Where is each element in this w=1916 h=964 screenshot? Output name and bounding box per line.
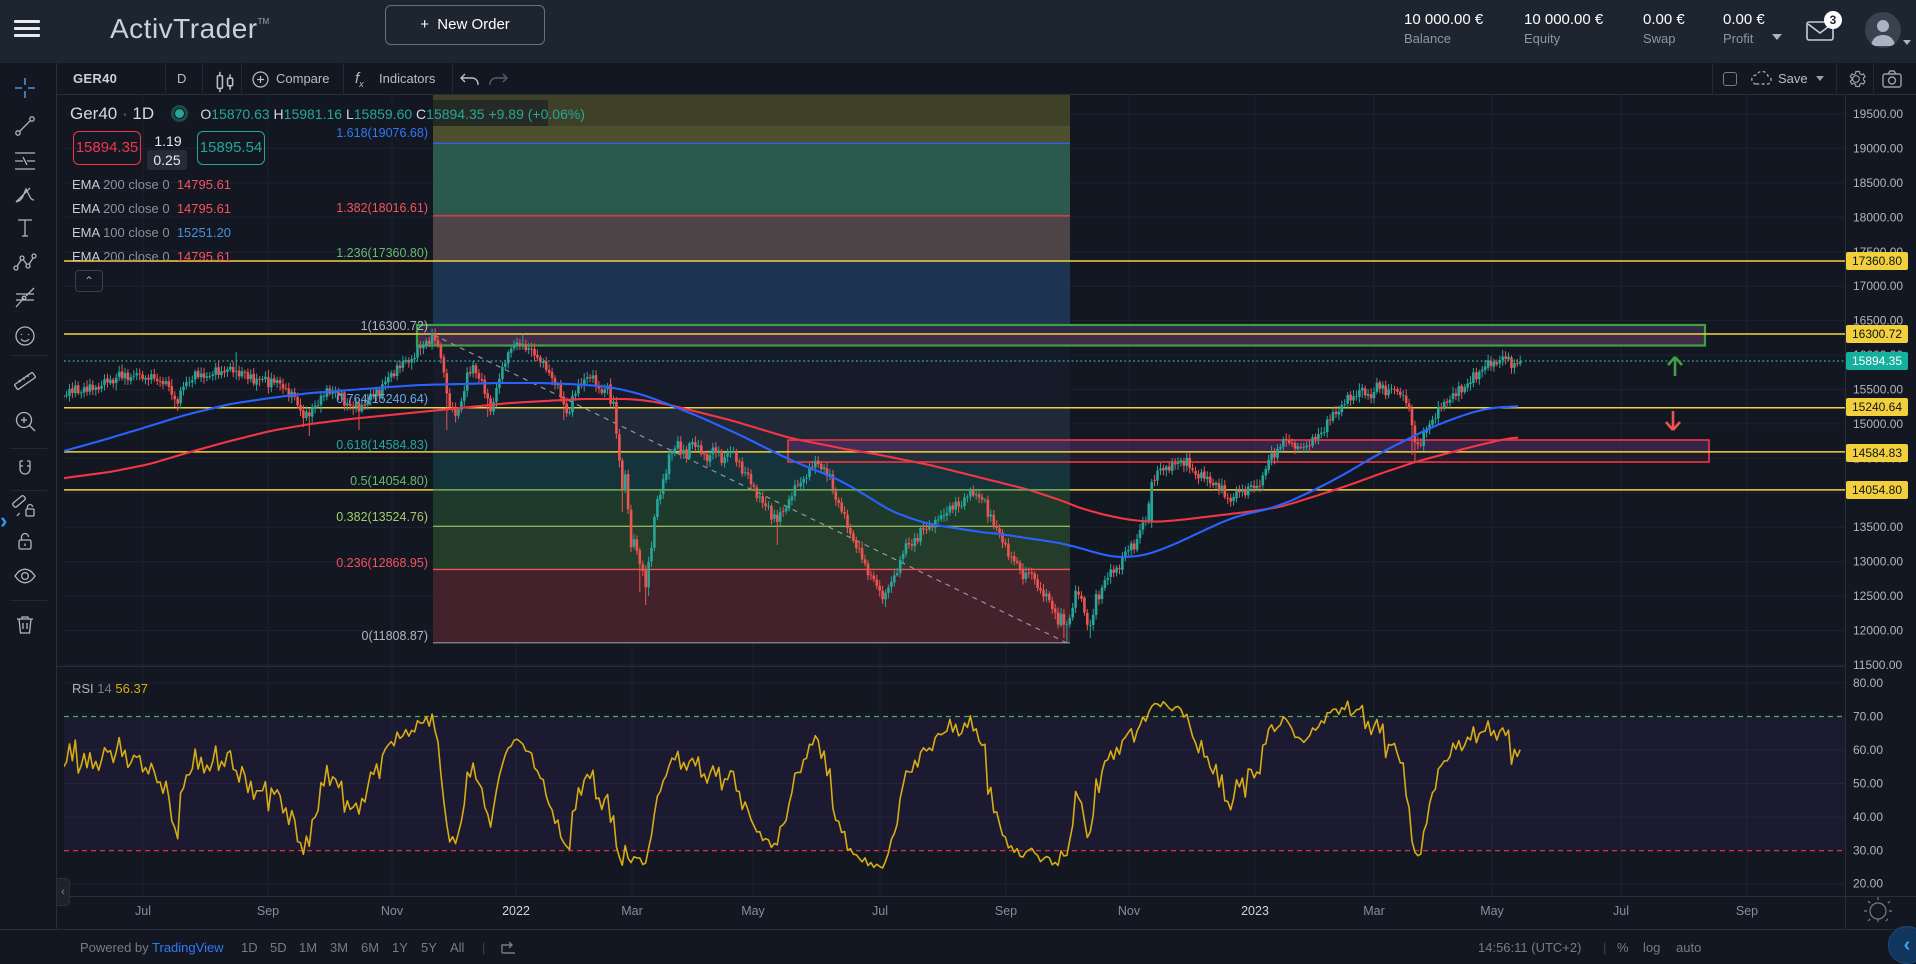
svg-text:Sep: Sep [995,904,1017,918]
svg-text:Jul: Jul [135,904,151,918]
svg-text:Nov: Nov [381,904,404,918]
svg-text:Jul: Jul [872,904,888,918]
svg-text:1.382(18016.61): 1.382(18016.61) [336,201,428,215]
svg-text:17000.00: 17000.00 [1853,279,1903,293]
svg-text:40.00: 40.00 [1853,810,1883,824]
svg-text:0(11808.87): 0(11808.87) [362,629,429,643]
svg-text:15000.00: 15000.00 [1853,417,1903,431]
svg-text:1(16300.72): 1(16300.72) [361,319,428,333]
svg-text:11500.00: 11500.00 [1853,658,1902,672]
svg-text:0.618(14584.83): 0.618(14584.83) [336,438,428,452]
svg-text:50.00: 50.00 [1853,777,1883,791]
svg-text:2023: 2023 [1241,904,1269,918]
svg-text:Mar: Mar [621,904,643,918]
svg-text:18000.00: 18000.00 [1853,210,1903,224]
svg-text:1.236(17360.80): 1.236(17360.80) [336,246,428,260]
svg-text:15894.35: 15894.35 [1852,354,1902,368]
svg-text:80.00: 80.00 [1853,676,1883,690]
svg-text:12500.00: 12500.00 [1853,589,1903,603]
svg-text:60.00: 60.00 [1853,743,1883,757]
svg-text:12000.00: 12000.00 [1853,624,1903,638]
svg-text:0.764(15240.64): 0.764(15240.64) [336,392,428,406]
svg-text:14584.83: 14584.83 [1852,446,1902,460]
svg-text:17360.80: 17360.80 [1852,254,1902,268]
svg-text:Mar: Mar [1363,904,1385,918]
svg-text:May: May [741,904,765,918]
svg-text:0.236(12868.95): 0.236(12868.95) [336,556,428,570]
svg-text:Sep: Sep [257,904,279,918]
svg-text:20.00: 20.00 [1853,877,1883,891]
svg-text:0.382(13524.76): 0.382(13524.76) [336,510,428,524]
svg-text:Nov: Nov [1118,904,1141,918]
svg-text:30.00: 30.00 [1853,844,1883,858]
svg-text:13500.00: 13500.00 [1853,520,1903,534]
svg-text:0.5(14054.80): 0.5(14054.80) [350,474,428,488]
svg-text:2022: 2022 [502,904,530,918]
svg-text:Sep: Sep [1736,904,1758,918]
svg-text:13000.00: 13000.00 [1853,555,1903,569]
svg-text:May: May [1480,904,1504,918]
svg-text:15240.64: 15240.64 [1852,400,1902,414]
svg-text:19500.00: 19500.00 [1853,107,1903,121]
svg-text:19000.00: 19000.00 [1853,141,1903,155]
svg-text:14054.80: 14054.80 [1852,483,1902,497]
svg-text:1.618(19076.68): 1.618(19076.68) [336,126,428,140]
svg-text:18500.00: 18500.00 [1853,176,1903,190]
svg-text:16300.72: 16300.72 [1852,327,1902,341]
svg-text:70.00: 70.00 [1853,710,1883,724]
svg-text:Jul: Jul [1613,904,1629,918]
svg-text:15500.00: 15500.00 [1853,383,1903,397]
